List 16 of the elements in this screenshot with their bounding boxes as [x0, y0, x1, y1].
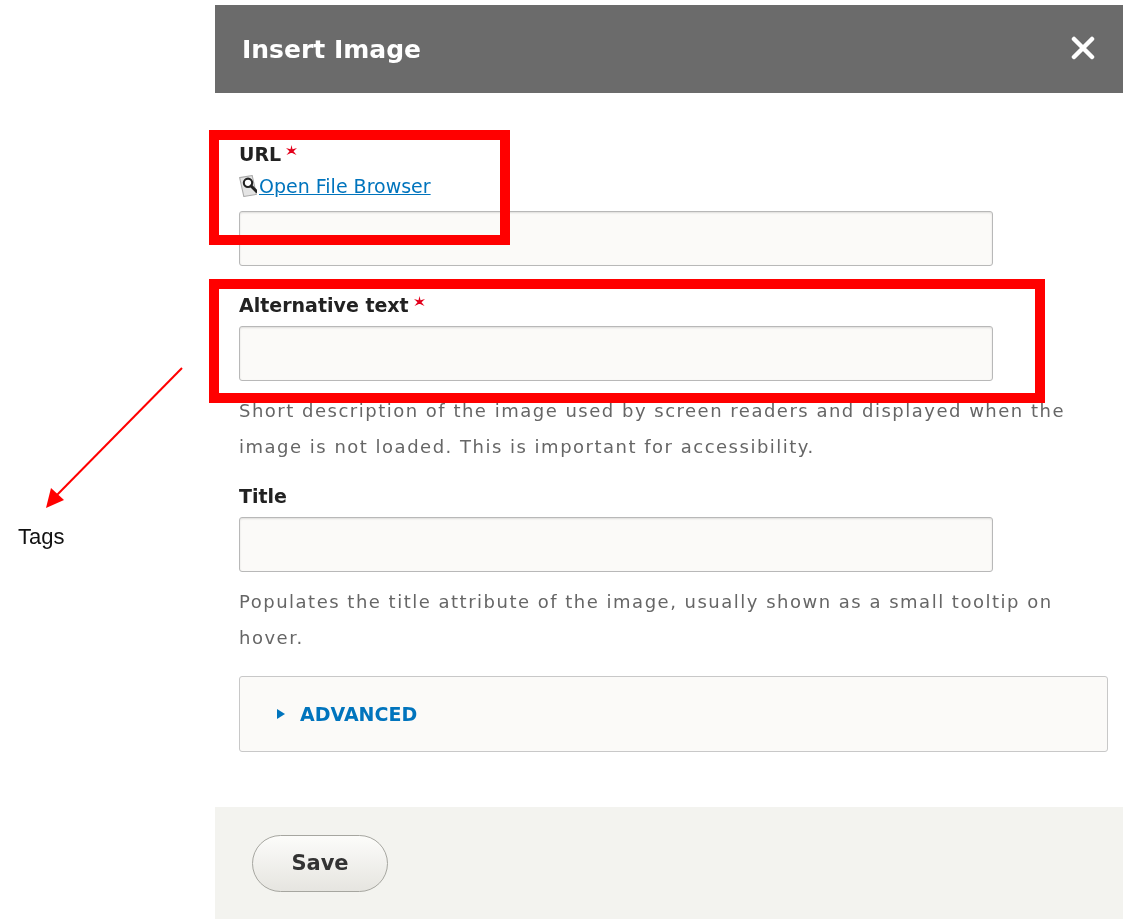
open-file-browser-link[interactable]: Open File Browser	[259, 175, 431, 197]
save-button[interactable]: Save	[252, 834, 388, 892]
field-description: Short description of the image used by screen readers and displayed when the image is not loaded. This is important for accessibility.	[239, 399, 1067, 459]
advanced-toggle[interactable]: ADVANCED	[276, 703, 418, 725]
text-input-field[interactable]	[239, 326, 993, 381]
field-label: Alternative text	[239, 294, 409, 316]
magnifier-icon	[239, 175, 257, 197]
annotation-label: Tags	[18, 524, 65, 549]
field-label: URL	[239, 143, 282, 165]
close-icon	[1071, 36, 1095, 60]
text-input-field[interactable]	[239, 211, 993, 266]
field-label: Title	[239, 485, 287, 507]
text-input-field[interactable]	[239, 517, 993, 572]
field-description: Populates the title attribute of the image, usually shown as a small tooltip on hover.	[239, 590, 1054, 650]
close-button[interactable]	[1071, 36, 1097, 62]
dialog-title: Insert Image	[242, 34, 421, 64]
